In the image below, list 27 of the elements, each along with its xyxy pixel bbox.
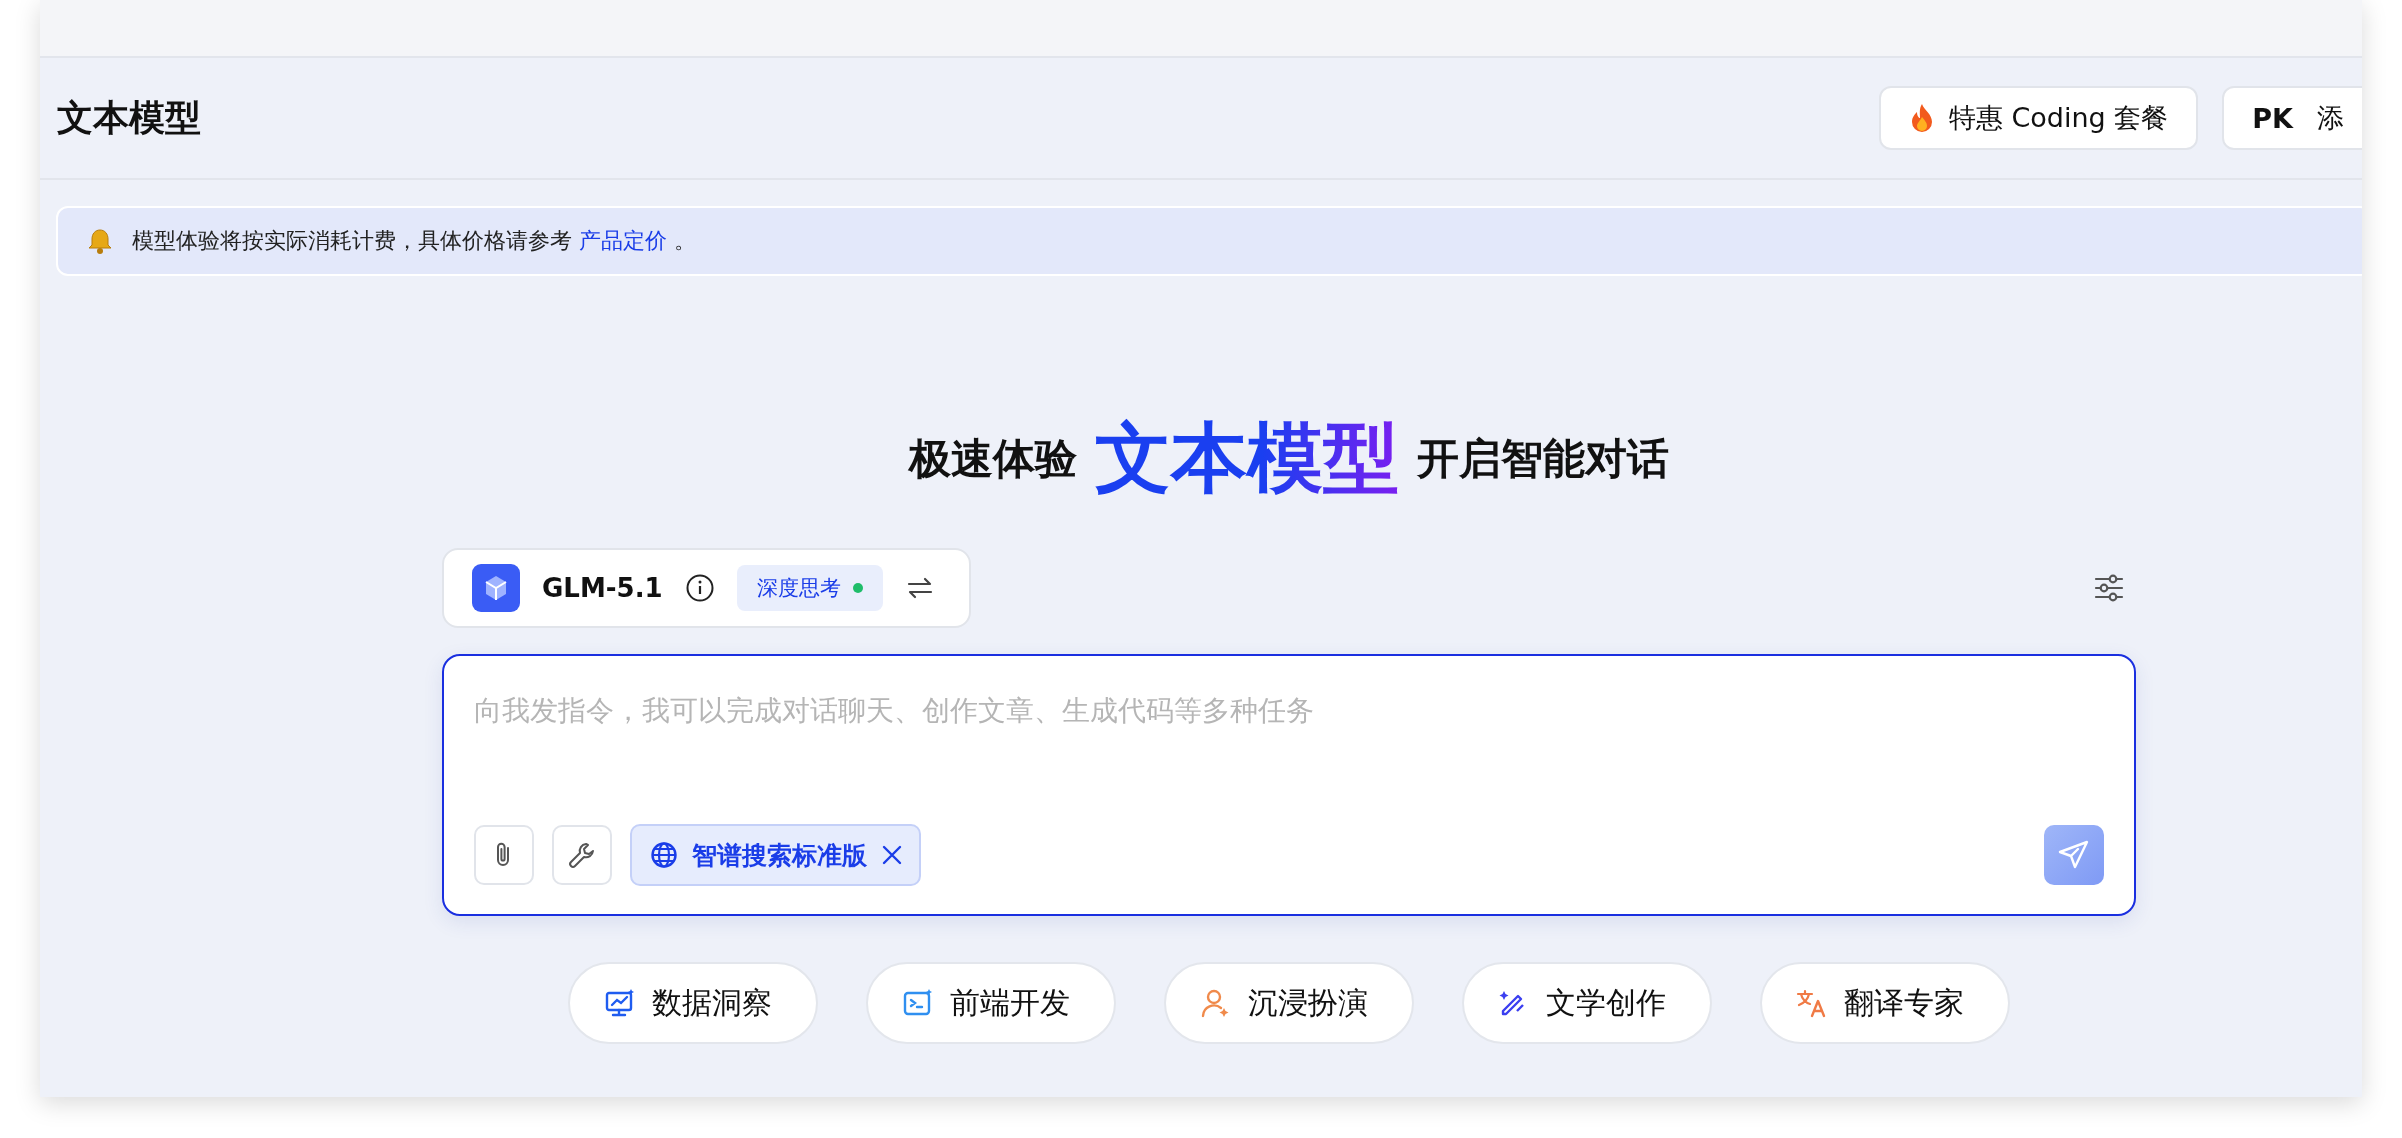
pricing-link[interactable]: 产品定价 <box>579 228 667 253</box>
close-button[interactable] <box>881 844 903 866</box>
cube-icon <box>472 564 520 612</box>
suggestion-chip[interactable]: 数据洞察 <box>568 962 818 1044</box>
info-icon <box>684 573 715 603</box>
attach-button[interactable] <box>474 825 534 885</box>
model-name: GLM-5.1 <box>542 573 663 603</box>
message-input[interactable]: 向我发指令，我可以完成对话聊天、创作文章、生成代码等多种任务 智谱搜索标准版 <box>442 654 2136 916</box>
model-selector[interactable]: GLM-5.1 深度思考 <box>442 548 971 628</box>
notice-text: 模型体验将按实际消耗计费，具体价格请参考 产品定价 。 <box>132 227 696 255</box>
pk-label: PK <box>2252 102 2293 134</box>
suggestion-chip[interactable]: 翻译专家 <box>1760 962 2010 1044</box>
web-search-tag[interactable]: 智谱搜索标准版 <box>630 824 921 886</box>
deep-thinking-toggle[interactable]: 深度思考 <box>736 565 883 611</box>
close-icon <box>881 844 903 866</box>
coding-plan-button[interactable]: 特惠 Coding 套餐 <box>1878 86 2199 150</box>
headline-text: 极速体验 <box>909 433 1077 485</box>
bell-icon <box>88 228 112 254</box>
suggestion-chip[interactable]: 沉浸扮演 <box>1164 962 1414 1044</box>
headline-text: 开启智能对话 <box>1417 433 1669 485</box>
wrench-icon <box>567 840 597 870</box>
pk-button[interactable]: PK 添 <box>2222 86 2362 150</box>
tools-button[interactable] <box>552 825 612 885</box>
suggestion-chip[interactable]: 前端开发 <box>866 962 1116 1044</box>
suggestion-chip[interactable]: 文学创作 <box>1462 962 1712 1044</box>
globe-icon <box>650 841 678 869</box>
page-title: 文本模型 <box>57 95 201 140</box>
